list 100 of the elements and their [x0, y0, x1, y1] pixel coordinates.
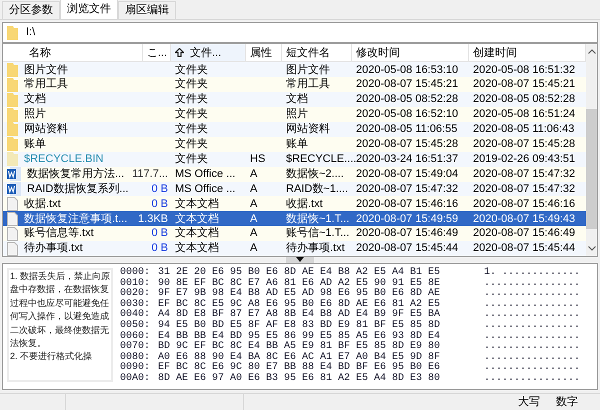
created-time: 2020-08-07 15:45:44	[473, 242, 576, 254]
file-row[interactable]: 待办事项.txt 0 B 文本文档 A 待办事项.txt 2020-08-07 15:45:44 2020-08-07 15:45:44	[3, 241, 586, 256]
file-size: 117.7...	[132, 166, 168, 182]
hex-bytes: 31 2E 20 E6 95 B0 E6 8D AE E4 B8 A2 E5 A4 B1 E5	[158, 268, 442, 278]
file-size: 1.3KB	[138, 212, 168, 226]
file-name: 常用工具	[24, 77, 68, 92]
hex-bytes: A0 E6 88 90 E4 BA 8C E6 AC A1 E7 A0 B4 E5 9D 8F	[158, 352, 442, 363]
file-attributes: A	[250, 198, 258, 210]
scroll-thumb[interactable]	[586, 109, 597, 230]
file-size: 0 B	[151, 196, 168, 212]
file-name: 待办事项.txt	[24, 241, 83, 256]
file-attributes: HS	[250, 152, 266, 165]
ascii-text: 1. .............	[484, 268, 580, 279]
hex-bytes: BD 9C EF BC 8C E4 BB A5 E9 81 BF E5 85 8D E9 80	[158, 342, 442, 352]
modified-time: 2020-08-07 15:45:44	[356, 242, 458, 254]
folder-icon	[7, 62, 18, 77]
file-row[interactable]: 文档 文件夹 文档 2020-08-05 08:52:28 2020-08-05 08:52:28	[3, 92, 586, 108]
file-type: 文件夹	[175, 78, 208, 90]
preview-paragraph: 2. 不要进行格式化操	[10, 350, 94, 364]
file-type: MS Office ...	[175, 168, 236, 180]
modified-time: 2020-08-05 08:52:28	[356, 93, 458, 106]
path-field[interactable]: I:\	[2, 22, 598, 44]
file-row[interactable]: 网站资料 文件夹 网站资料 2020-08-05 11:06:55 2020-08-05 11:06:43	[3, 122, 586, 137]
modified-time: 2020-05-08 16:52:10	[356, 108, 458, 120]
created-time: 2020-08-07 15:46:49	[473, 227, 576, 240]
hex-bytes: 94 E5 B0 BD E5 8F AF E8 83 BD E9 81 BF E5 85 8D	[158, 320, 442, 331]
file-type: 文件夹	[175, 108, 208, 120]
ascii-text: ................	[484, 320, 580, 332]
hex-bytes: A4 8D E8 BF 87 E7 A8 8B E4 B8 AD E4 B9 9F E5 BA	[158, 310, 442, 320]
file-size: 0 B	[151, 182, 168, 197]
file-size: 0 B	[151, 241, 168, 256]
file-row[interactable]: 账号信息等.txt 0 B 文本文档 A 账号信~1.T... 2020-08-07 15:46:49 2020-08-07 15:46:49	[3, 226, 586, 242]
short-file-name: 文档	[286, 93, 308, 106]
file-type: 文件夹	[175, 123, 208, 136]
tab[interactable]: 浏览文件	[60, 0, 118, 19]
modified-time: 2020-08-07 15:46:16	[356, 198, 458, 210]
short-file-name: 账单	[286, 138, 308, 150]
modified-time: 2020-03-24 16:51:37	[356, 152, 458, 165]
scrollbar[interactable]	[586, 44, 597, 256]
ascii-text: ................	[484, 374, 580, 384]
hex-offset: 0090:	[120, 363, 150, 374]
file-name: 账单	[24, 137, 46, 152]
file-row[interactable]: 图片文件 文件夹 图片文件 2020-05-08 16:53:10 2020-05-08 16:51:32	[3, 62, 586, 78]
file-attributes: A	[250, 227, 258, 240]
created-time: 2020-08-07 15:45:28	[473, 138, 576, 150]
file-row[interactable]: $RECYCLE.BIN 文件夹 HS $RECYCLE....2020-03-24 16:51:37 2019-02-26 09:43:51	[3, 152, 586, 167]
file-type: 文件夹	[175, 152, 208, 165]
ascii-text: ................	[484, 289, 580, 300]
file-row[interactable]: 账单 文件夹 账单 2020-08-07 15:45:28 2020-08-07 15:45:28	[3, 136, 586, 152]
file-type: 文本文档	[175, 227, 219, 240]
hex-offset: 0030:	[120, 300, 150, 310]
tab[interactable]: 扇区编辑	[118, 1, 176, 19]
tab[interactable]: 分区参数	[2, 1, 60, 19]
file-name: 图片文件	[24, 62, 68, 78]
short-file-name: 网站资料	[286, 123, 330, 136]
scroll-down-icon	[588, 246, 596, 251]
file-type: 文本文档	[175, 198, 219, 210]
modified-time: 2020-08-05 11:06:55	[356, 123, 458, 136]
short-file-name: 常用工具	[286, 78, 330, 90]
ascii-text: ................	[484, 342, 580, 353]
hex-offset: 0060:	[120, 332, 150, 342]
created-time: 2020-08-07 15:46:16	[473, 198, 576, 210]
short-file-name: 账号信~1.T...	[286, 227, 350, 240]
file-name: 照片	[24, 107, 46, 122]
file-type: MS Office ...	[175, 182, 236, 195]
hex-offset: 0040:	[120, 310, 150, 320]
file-name: 数据恢复注意事项.t...	[24, 212, 128, 226]
file-row[interactable]: 收据.txt 0 B 文本文档 A 收据.txt 2020-08-07 15:46:16 2020-08-07 15:46:16	[3, 196, 586, 212]
word-document-icon	[7, 167, 21, 182]
ascii-text: ................	[484, 352, 580, 364]
word-document-icon	[7, 182, 21, 196]
file-type: 文件夹	[175, 138, 208, 150]
hex-offset: 0000:	[120, 268, 150, 278]
column-header[interactable]: 文件...	[171, 44, 246, 62]
file-type: 文本文档	[175, 242, 219, 254]
file-row[interactable]: 照片 文件夹 照片 2020-05-08 16:52:10 2020-05-08 16:51:24	[3, 107, 586, 122]
hex-offset: 0080:	[120, 352, 150, 363]
folder-icon	[7, 108, 18, 122]
status-indicator: 数字	[555, 394, 579, 410]
file-row[interactable]: RAID数据恢复系列... 0 B MS Office ... A RAID数~1.... 2020-08-07 15:47:32 2020-08-07 15:47:32	[3, 182, 586, 196]
folder-icon	[7, 152, 18, 166]
hex-offset: 0010:	[120, 278, 150, 289]
document-icon	[7, 212, 18, 226]
short-file-name: 照片	[286, 108, 308, 120]
created-time: 2020-05-08 16:51:32	[473, 64, 576, 76]
modified-time: 2020-08-07 15:49:59	[356, 212, 458, 224]
folder-icon	[7, 92, 18, 107]
file-name: 文档	[24, 92, 46, 108]
file-size: 0 B	[151, 226, 168, 242]
file-row[interactable]: 数据恢复常用方法... 117.7... MS Office ... A 数据恢~2.... 2020-08-07 15:49:04 2020-08-07 15:47:32	[3, 166, 586, 182]
path-text: I:\	[26, 25, 36, 40]
modified-time: 2020-08-07 15:45:21	[356, 78, 458, 90]
preview-paragraph: 1. 数据丢失后，禁止向原盘中存数据，在数据恢复过程中也应尽可能避免任何写入操作，以避免造成二次破坏，最终使数据无法恢复。	[10, 270, 110, 350]
created-time: 2020-05-08 16:51:24	[473, 108, 576, 120]
file-row[interactable]: 常用工具 文件夹 常用工具 2020-08-07 15:45:21 2020-08-07 15:45:21	[3, 77, 586, 92]
file-row[interactable]: 数据恢复注意事项.t... 1.3KB 文本文档 A 数据恢~1.T... 2020-08-07 15:49:59 2020-08-07 15:49:43	[3, 211, 586, 226]
short-file-name: $RECYCLE....	[286, 152, 356, 165]
hex-bytes: 90 8E EF BC 8C E7 A6 81 E6 AD A2 E5 90 91 E5 8E	[158, 278, 442, 289]
hex-bytes: EF BC 8C E6 9C 80 E7 BB 88 E4 BD BF E6 95 B0 E6	[158, 363, 442, 374]
file-name: 网站资料	[24, 122, 68, 138]
